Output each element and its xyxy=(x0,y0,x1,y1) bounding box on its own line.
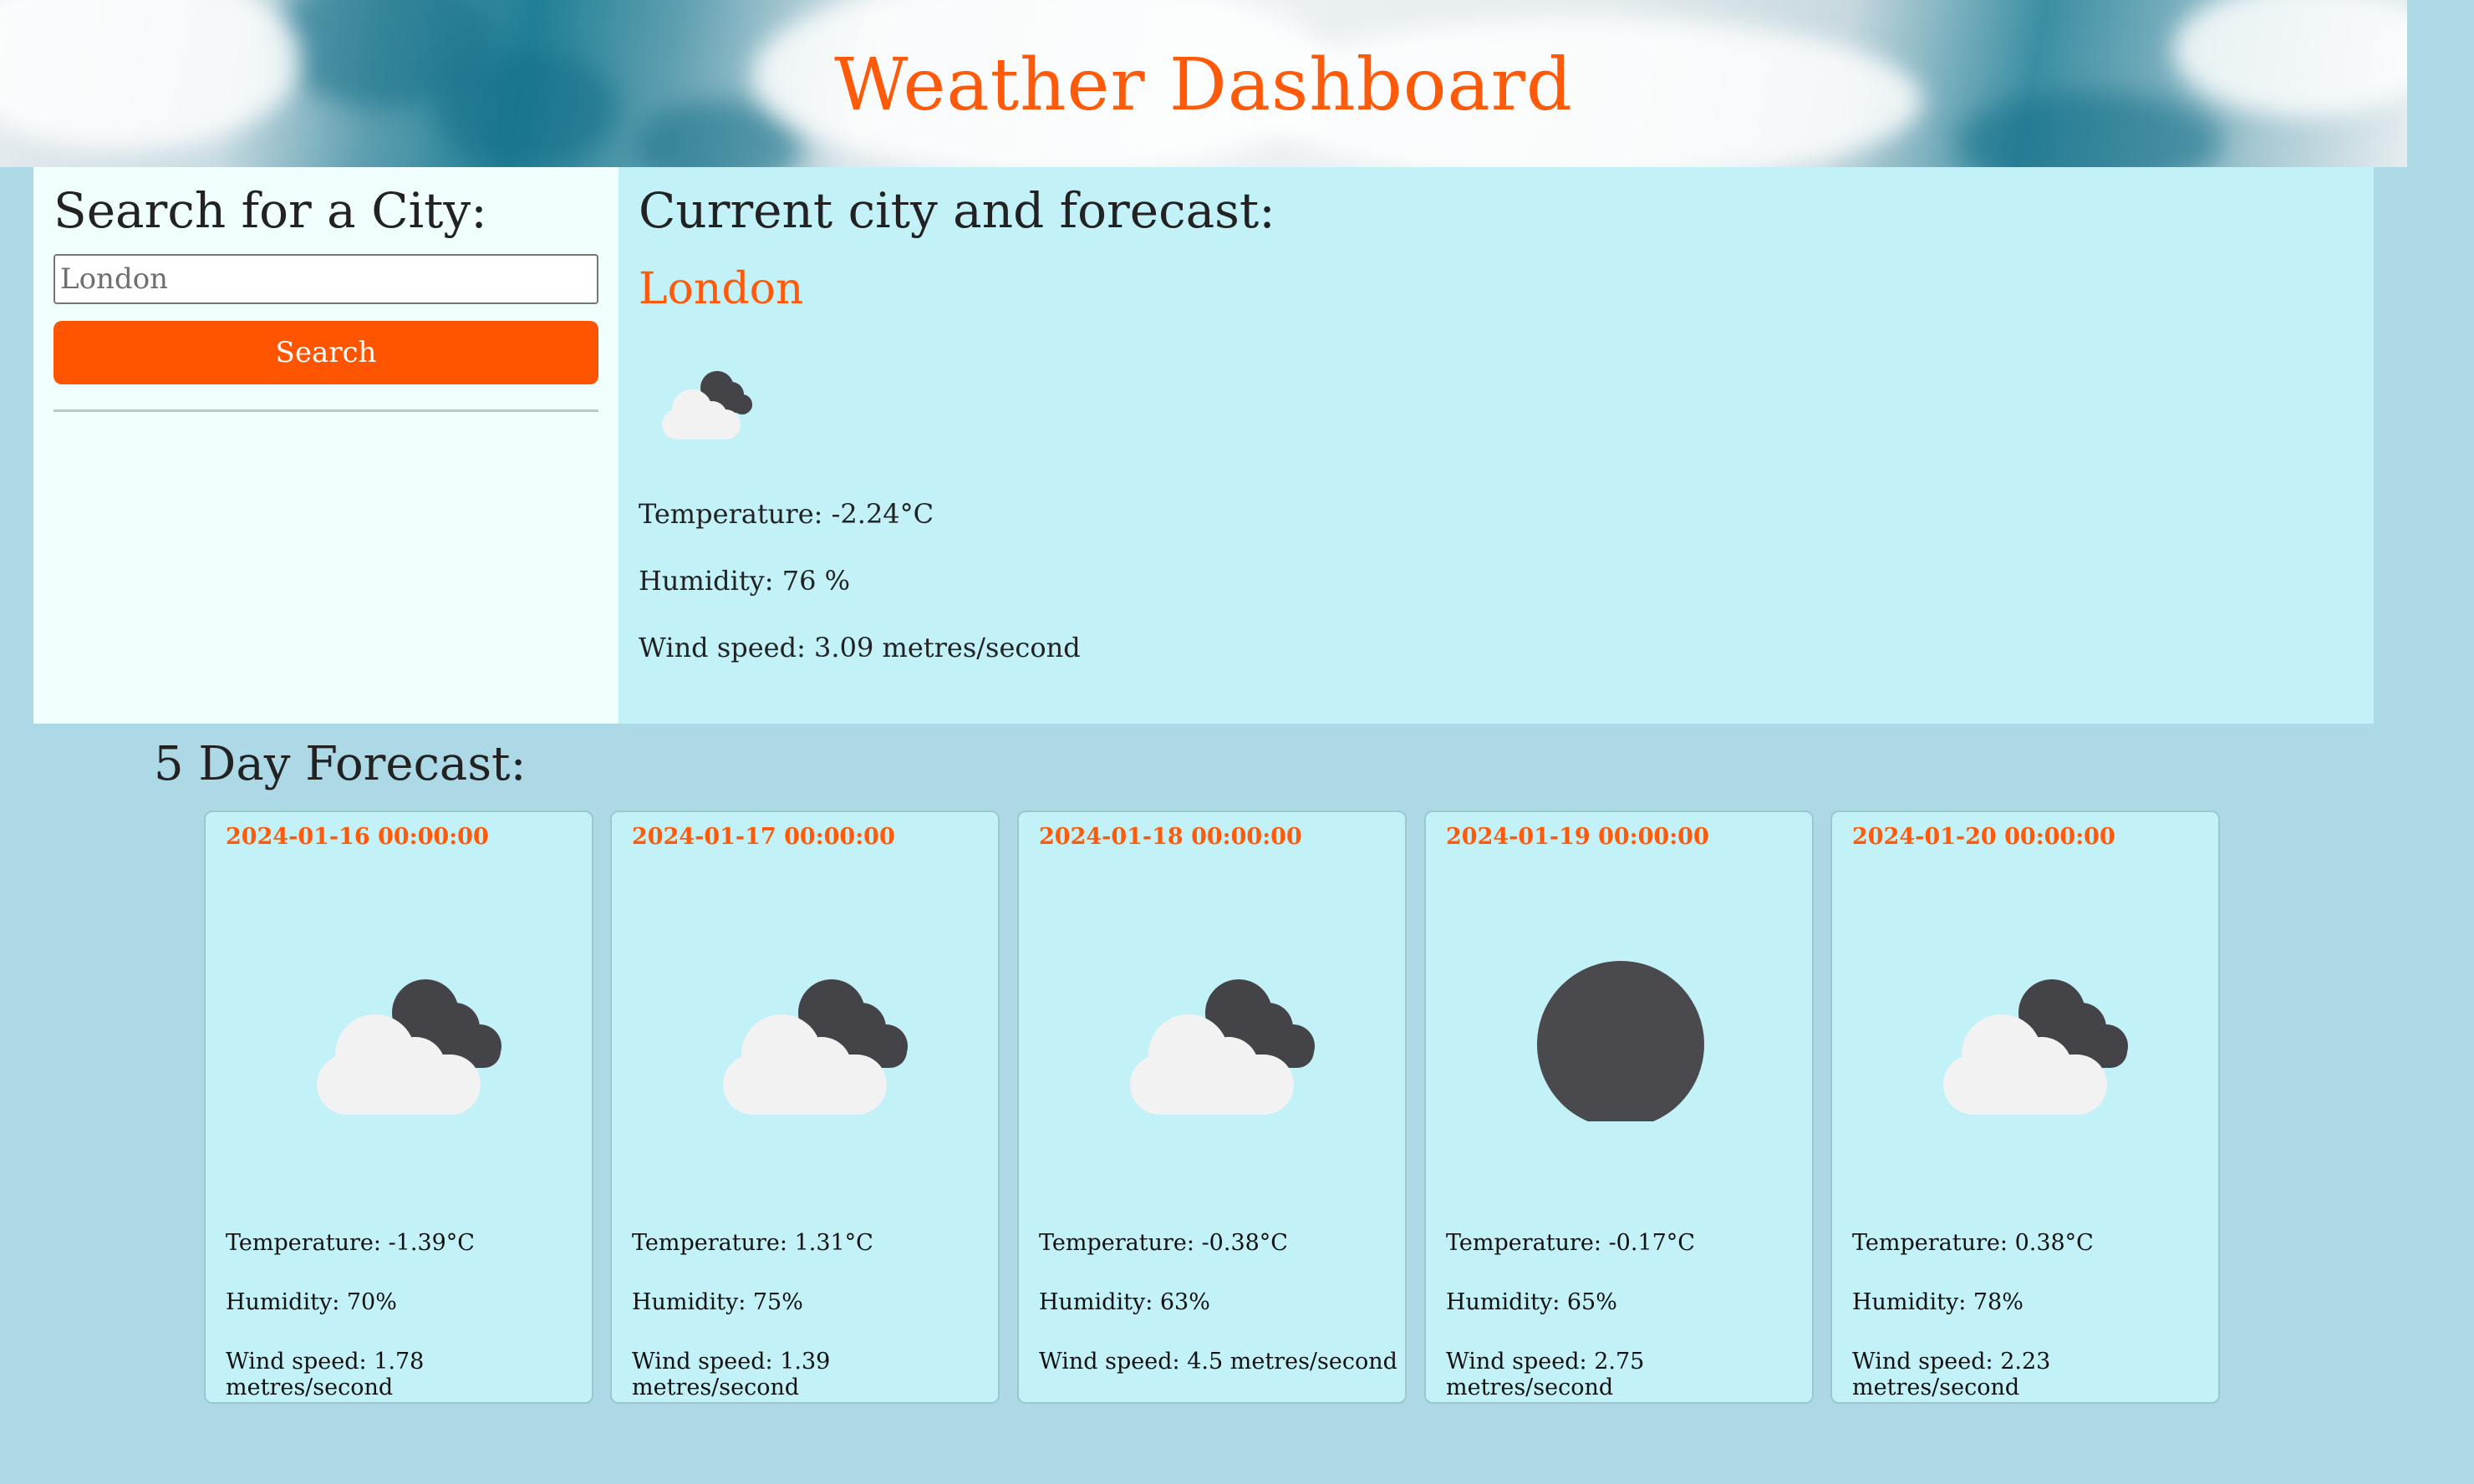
forecast-temperature: Temperature: -0.17°C xyxy=(1446,1230,1695,1256)
cloudy-icon xyxy=(1943,979,2128,1115)
current-wind-speed: Wind speed: 3.09 metres/second xyxy=(639,632,1081,663)
forecast-wind-speed: Wind speed: 1.78 metres/second xyxy=(226,1349,425,1400)
forecast-heading: 5 Day Forecast: xyxy=(154,737,527,791)
forecast-humidity: Humidity: 78% xyxy=(1852,1289,2023,1315)
forecast-card: 2024-01-20 00:00:00 Temperature: 0.38°C … xyxy=(1830,811,2220,1404)
forecast-card: 2024-01-17 00:00:00 Temperature: 1.31°C … xyxy=(610,811,1000,1404)
forecast-card: 2024-01-18 00:00:00 Temperature: -0.38°C… xyxy=(1017,811,1407,1404)
forecast-humidity: Humidity: 70% xyxy=(226,1289,397,1315)
search-history-divider xyxy=(53,409,598,412)
forecast-wind-speed: Wind speed: 2.75 metres/second xyxy=(1446,1349,1645,1400)
forecast-date: 2024-01-19 00:00:00 xyxy=(1446,824,1709,850)
forecast-humidity: Humidity: 63% xyxy=(1039,1289,1210,1315)
forecast-wind-speed: Wind speed: 4.5 metres/second xyxy=(1039,1349,1397,1375)
cloudy-icon xyxy=(317,979,501,1115)
forecast-temperature: Temperature: 0.38°C xyxy=(1852,1230,2094,1256)
forecast-wind-speed: Wind speed: 2.23 metres/second xyxy=(1852,1349,2051,1400)
forecast-temperature: Temperature: 1.31°C xyxy=(632,1230,873,1256)
current-heading: Current city and forecast: xyxy=(639,182,1275,239)
forecast-wind-speed: Wind speed: 1.39 metres/second xyxy=(632,1349,831,1400)
forecast-date: 2024-01-17 00:00:00 xyxy=(632,824,895,850)
cloudy-icon xyxy=(662,371,752,440)
cloudy-icon xyxy=(723,979,908,1115)
overcast-icon xyxy=(1537,961,1704,1121)
forecast-temperature: Temperature: -0.38°C xyxy=(1039,1230,1288,1256)
current-humidity: Humidity: 76 % xyxy=(639,565,850,597)
city-search-input[interactable] xyxy=(53,254,598,304)
search-button[interactable]: Search xyxy=(53,321,598,384)
forecast-date: 2024-01-16 00:00:00 xyxy=(226,824,489,850)
forecast-date: 2024-01-18 00:00:00 xyxy=(1039,824,1302,850)
forecast-temperature: Temperature: -1.39°C xyxy=(226,1230,475,1256)
forecast-card: 2024-01-16 00:00:00 Temperature: -1.39°C… xyxy=(204,811,593,1404)
current-temperature: Temperature: -2.24°C xyxy=(639,498,934,530)
current-weather-panel: Current city and forecast: London Temper… xyxy=(618,167,2374,724)
forecast-humidity: Humidity: 75% xyxy=(632,1289,803,1315)
current-city-name: London xyxy=(639,264,804,314)
forecast-card: 2024-01-19 00:00:00 Temperature: -0.17°C… xyxy=(1424,811,1814,1404)
forecast-date: 2024-01-20 00:00:00 xyxy=(1852,824,2115,850)
cloudy-icon xyxy=(1130,979,1315,1115)
search-panel: Search for a City: Search xyxy=(33,167,618,724)
page-title: Weather Dashboard xyxy=(834,43,1573,127)
header-banner: Weather Dashboard xyxy=(0,0,2407,167)
search-heading: Search for a City: xyxy=(53,182,487,239)
forecast-humidity: Humidity: 65% xyxy=(1446,1289,1617,1315)
